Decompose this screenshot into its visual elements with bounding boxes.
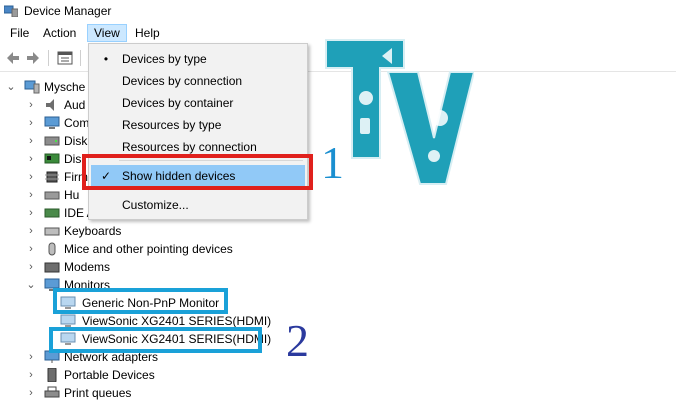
tree-item-label: Com [64,116,90,130]
tree-item[interactable]: › Hu [26,186,88,204]
forward-arrow-icon[interactable] [24,49,42,67]
menu-view[interactable]: View [87,24,127,42]
menu-help[interactable]: Help [129,24,166,42]
ide-controller-icon [44,208,60,218]
view-menu-dropdown: • Devices by type Devices by connection … [88,43,308,220]
tree-item[interactable]: › Modems [26,258,186,276]
title-bar: Device Manager [0,0,676,23]
menu-item-devices-by-connection[interactable]: Devices by connection [91,70,305,92]
menu-file[interactable]: File [4,24,35,42]
tree-item[interactable]: › Keyboards [26,222,186,240]
firmware-icon [45,171,59,183]
tree-item-label: Modems [64,260,111,274]
computer-icon [44,116,60,129]
menu-item-label: Devices by type [122,52,207,66]
menu-item-label: Devices by container [122,96,234,110]
tree-item-label: Disk [64,134,88,148]
hid-icon [44,191,60,200]
printer-icon [44,386,60,398]
menu-item-customize[interactable]: Customize... [91,194,305,216]
tree-root[interactable]: ⌄ Mysche [6,78,86,96]
expand-chevron-icon[interactable]: › [26,222,36,240]
tree-item[interactable]: › Disk [26,132,88,150]
window-title: Device Manager [24,4,112,18]
tree-item[interactable]: › IDE A [26,204,95,222]
tree-item[interactable]: › Dis [26,150,88,168]
tree-item[interactable]: › Firm [26,168,88,186]
collapse-chevron-icon[interactable]: ⌄ [6,78,16,96]
highlight-box-generic-monitor [53,288,228,314]
keyboard-icon [44,227,60,236]
mouse-icon [48,242,56,256]
tree-item[interactable]: › Com [26,114,90,132]
tree-root-label: Mysche [44,80,86,94]
portable-device-icon [47,368,57,382]
expand-chevron-icon[interactable]: › [26,150,36,168]
menu-item-devices-by-type[interactable]: • Devices by type [91,48,305,70]
tree-item[interactable]: › Print queues [26,384,186,402]
tree-item-label: Print queues [64,386,132,400]
speaker-icon [46,99,54,111]
expand-chevron-icon[interactable]: › [26,132,36,150]
modem-icon [44,262,60,273]
tree-item[interactable]: › Aud [26,96,88,114]
expand-chevron-icon[interactable]: › [26,96,36,114]
expand-chevron-icon[interactable]: › [26,258,36,276]
callout-number-2: 2 [286,315,309,366]
toolbar-separator [48,50,49,66]
tree-item-label: Portable Devices [64,368,155,382]
monitor-icon [60,314,76,327]
tree-item-label: Aud [64,98,86,112]
radio-dot-icon: • [103,52,109,66]
menu-action[interactable]: Action [37,24,82,42]
expand-chevron-icon[interactable]: › [26,348,36,366]
expand-chevron-icon[interactable]: › [26,186,36,204]
menu-item-resources-by-type[interactable]: Resources by type [91,114,305,136]
display-adapter-icon [44,153,60,164]
menu-item-devices-by-container[interactable]: Devices by container [91,92,305,114]
menu-item-label: Devices by connection [122,74,243,88]
tree-item-label: Keyboards [64,224,122,238]
expand-chevron-icon[interactable]: › [26,384,36,402]
properties-icon[interactable] [56,49,74,67]
tv-logo [325,39,474,185]
tree-item-label: Hu [64,188,80,202]
tree-item[interactable]: › Mice and other pointing devices [26,240,246,258]
collapse-chevron-icon[interactable]: ⌄ [26,276,36,294]
menu-item-label: Customize... [122,198,189,212]
expand-chevron-icon[interactable]: › [26,204,36,222]
computer-icon [24,80,40,94]
tree-item-label: Dis [64,152,82,166]
disk-drive-icon [44,136,60,146]
tree-item[interactable]: › Portable Devices [26,366,186,384]
highlight-box-show-hidden [82,154,313,190]
expand-chevron-icon[interactable]: › [26,168,36,186]
back-arrow-icon[interactable] [4,49,22,67]
expand-chevron-icon[interactable]: › [26,114,36,132]
device-manager-icon [4,5,18,17]
expand-chevron-icon[interactable]: › [26,240,36,258]
tree-item-label: Mice and other pointing devices [64,242,233,256]
toolbar-separator [80,50,81,66]
expand-chevron-icon[interactable]: › [26,366,36,384]
highlight-box-viewsonic-monitor [49,327,262,353]
menu-item-label: Resources by type [122,118,222,132]
